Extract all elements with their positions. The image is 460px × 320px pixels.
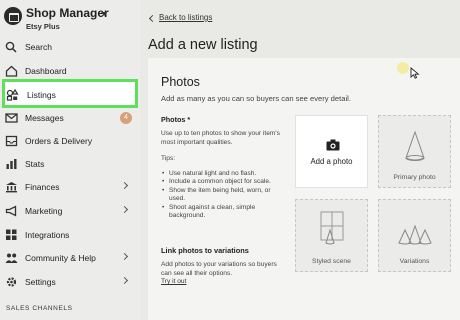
sidebar-item-label: Community & Help — [25, 253, 96, 263]
tip-item: Show the item being held, worn, or used. — [161, 187, 287, 204]
main-content: Back to listings Add a new listing Photo… — [140, 0, 460, 320]
tips-label: Tips: — [161, 155, 176, 162]
sidebar-item-finances[interactable]: Finances — [0, 176, 140, 198]
sidebar-item-label: Settings — [25, 277, 56, 287]
bank-icon — [6, 182, 17, 193]
chevron-right-icon — [120, 276, 129, 285]
primary-photo-label: Primary photo — [393, 174, 436, 181]
camera-icon — [326, 139, 340, 151]
sidebar-item-settings[interactable]: Settings — [0, 271, 140, 293]
chevron-right-icon — [120, 205, 129, 214]
styled-scene-slot[interactable]: Styled scene — [295, 199, 368, 272]
cones-icon — [398, 224, 432, 245]
sidebar-item-label: Messages — [25, 113, 64, 123]
card-subtitle: Add as many as you can so buyers can see… — [161, 94, 351, 103]
sidebar-item-marketing[interactable]: Marketing — [0, 200, 140, 222]
gear-icon — [6, 277, 17, 287]
window-scene-icon — [320, 211, 344, 245]
shop-logo-icon — [4, 7, 22, 25]
back-to-listings-link[interactable]: Back to listings — [148, 13, 238, 25]
sidebar-item-label: Dashboard — [25, 66, 67, 76]
back-link-label: Back to listings — [159, 13, 213, 22]
cursor-highlight — [397, 62, 409, 74]
chevron-left-icon — [148, 14, 157, 23]
card-title: Photos — [161, 75, 200, 89]
sidebar-item-label: Stats — [25, 159, 45, 169]
sidebar-item-label: Listings — [27, 90, 56, 100]
grid-icon — [6, 229, 17, 240]
sidebar-item-stats[interactable]: Stats — [0, 153, 140, 175]
page-title: Add a new listing — [148, 37, 258, 53]
sidebar-item-community-help[interactable]: Community & Help — [0, 247, 140, 269]
photos-section-description: Use up to ten photos to show your item's… — [161, 130, 280, 146]
shapes-icon — [6, 89, 19, 101]
photos-section-heading: Photos * — [161, 115, 191, 124]
try-it-out-link[interactable]: Try it out — [161, 278, 186, 285]
sales-channels-heading: SALES CHANNELS — [6, 305, 73, 312]
sidebar-item-label: Integrations — [25, 230, 70, 240]
unread-count-badge: 4 — [120, 112, 132, 124]
sidebar-item-orders[interactable]: Orders & Delivery — [0, 130, 140, 152]
add-photo-button[interactable]: Add a photo — [295, 115, 368, 188]
chevron-right-icon — [120, 181, 129, 190]
tip-item: Shoot against a clean, simple background… — [161, 204, 287, 221]
sidebar-item-label: Marketing — [25, 206, 63, 216]
shop-switcher[interactable]: Shop Manager Etsy Plus — [4, 5, 138, 33]
tips-list: Use natural light and no flash. Include … — [161, 170, 287, 220]
caret-down-icon — [101, 12, 107, 16]
sidebar-item-search[interactable]: Search — [0, 36, 140, 58]
sidebar-item-listings[interactable]: Listings — [2, 79, 138, 108]
inbox-icon — [5, 135, 18, 147]
shop-title: Shop Manager — [26, 6, 109, 20]
sidebar-item-messages[interactable]: Messages 4 — [0, 107, 140, 129]
photos-card: Photos Add as many as you can so buyers … — [148, 58, 460, 320]
tip-item: Use natural light and no flash. — [161, 170, 287, 179]
tip-item: Include a common object for scale. — [161, 178, 287, 187]
search-icon — [5, 41, 17, 53]
sidebar-item-label: Finances — [25, 182, 60, 192]
variations-heading: Link photos to variations — [161, 246, 249, 255]
megaphone-icon — [5, 205, 17, 217]
primary-photo-slot[interactable]: Primary photo — [378, 115, 451, 188]
variations-description: Add photos to your variations so buyers … — [161, 261, 277, 277]
mouse-cursor-icon — [410, 67, 420, 79]
cone-icon — [405, 130, 425, 161]
styled-scene-label: Styled scene — [312, 258, 351, 265]
shop-plan-label: Etsy Plus — [26, 22, 60, 31]
people-icon — [5, 253, 18, 263]
add-photo-label: Add a photo — [310, 157, 353, 166]
variations-slot[interactable]: Variations — [378, 199, 451, 272]
sidebar: Shop Manager Etsy Plus Search Dashboard … — [0, 0, 140, 320]
sidebar-item-label: Search — [25, 42, 52, 52]
sidebar-item-integrations[interactable]: Integrations — [0, 224, 140, 246]
home-icon — [5, 65, 18, 77]
mail-icon — [5, 113, 18, 123]
variations-label: Variations — [399, 258, 430, 265]
sidebar-item-label: Orders & Delivery — [25, 136, 93, 146]
bar-chart-icon — [6, 159, 17, 169]
chevron-right-icon — [120, 252, 129, 261]
